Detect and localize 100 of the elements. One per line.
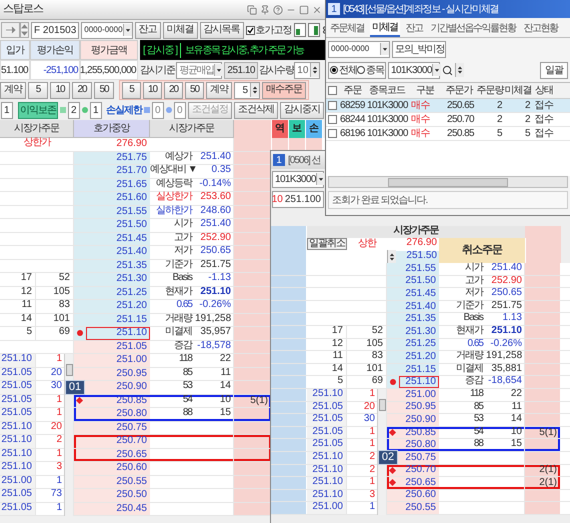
checkbox[interactable] [328, 129, 337, 138]
flag-button[interactable]: 역 [272, 120, 289, 138]
tab[interactable]: 기간별선옵수익률현황 [428, 20, 518, 37]
flag-button[interactable]: 보 [289, 120, 306, 138]
scrollbar-thumb[interactable] [388, 178, 508, 186]
button[interactable]: 20 [164, 82, 183, 98]
close-icon[interactable] [312, 4, 322, 14]
maximize-icon[interactable] [299, 4, 309, 14]
caret-icon[interactable] [316, 173, 325, 185]
condition-field[interactable]: 0 [174, 102, 186, 118]
cancel-order-button[interactable]: 취소주문 [439, 238, 525, 263]
quantity-field[interactable]: 10 [294, 62, 320, 78]
button[interactable]: 계약 [206, 82, 232, 98]
condition-field[interactable]: 1 [90, 102, 102, 118]
button[interactable]: 5 [122, 82, 141, 98]
owner-field[interactable]: 모의_박미정 [392, 40, 446, 58]
radio-label[interactable]: 전체 [339, 62, 357, 78]
order-price: 251.05 [307, 426, 347, 438]
button[interactable]: 감시중지 [280, 102, 324, 118]
quantity: 17 [0, 273, 36, 286]
price: 251.55 [404, 263, 437, 275]
condition-field[interactable]: 0 [152, 102, 164, 118]
checkbox[interactable] [328, 86, 337, 95]
flag-button[interactable]: 손 [306, 120, 323, 138]
column-header: 시장가주문 [0, 120, 74, 138]
caret-icon[interactable] [432, 64, 441, 76]
tab[interactable]: 잔고 [404, 20, 424, 37]
cancel-all-button[interactable]: 일괄 [540, 62, 568, 78]
info-value: -0.26% [489, 338, 523, 350]
tab[interactable]: 미체결 [370, 20, 400, 37]
info-value: -18,578 [196, 340, 232, 352]
button[interactable]: 20 [72, 82, 92, 98]
button[interactable]: 5 [28, 82, 48, 98]
checkbox[interactable] [328, 115, 337, 124]
column-header: 평가금액 [80, 40, 138, 60]
radio-button[interactable] [330, 66, 338, 74]
chart-icon[interactable] [308, 23, 320, 37]
button[interactable]: 감시목록 [200, 22, 244, 38]
order-price: 251.05 [307, 402, 347, 414]
cancel-all-button[interactable]: 일괄취소 [307, 238, 347, 250]
price: 251.10 [399, 376, 439, 388]
buy-order-button[interactable]: 매수주문 [262, 82, 306, 98]
account-dropdown[interactable]: 0000-0000 [328, 40, 390, 58]
spinner-icon[interactable] [387, 250, 396, 264]
count-field[interactable]: 1 [1, 102, 13, 118]
code-field[interactable]: F 201503 [31, 22, 80, 38]
basis-dropdown[interactable]: 평균매입 [176, 62, 222, 78]
code-dropdown[interactable]: 101K3000 [272, 170, 324, 188]
scrollbar[interactable] [328, 176, 568, 188]
table-cell-text: 접수 [534, 99, 554, 113]
price: 251.15 [404, 364, 437, 376]
loss-label[interactable]: 손실제한 [106, 102, 142, 118]
price-field[interactable]: 251.50 [396, 250, 439, 263]
pin-icon[interactable] [260, 4, 270, 14]
help-icon[interactable] [273, 4, 283, 14]
price: 251.70 [115, 165, 148, 178]
info-value: 191,258 [195, 314, 232, 326]
button[interactable]: 10 [50, 82, 70, 98]
button[interactable]: 계약 [0, 82, 26, 98]
order-price: 251.10 [0, 448, 36, 461]
info-value: 11 [510, 402, 523, 414]
table-cell-text: 2 [524, 99, 531, 113]
tab[interactable]: 잔고현황 [522, 20, 560, 37]
info-value: 22 [510, 388, 523, 401]
order-field[interactable]: 10 251.100 [272, 190, 324, 208]
radio-button[interactable] [357, 66, 365, 74]
table-row[interactable]: 68244 101K3000 매수 250.70 2 2 접수 [326, 113, 570, 127]
button[interactable]: 조건삭제 [234, 102, 278, 118]
spinner-icon[interactable] [250, 83, 259, 97]
caret-icon[interactable] [122, 24, 132, 36]
quantity: 1 [56, 394, 62, 406]
table-cell-text: 68259 [339, 99, 366, 113]
toggle-icon[interactable] [1, 22, 29, 38]
scrollbar-thumb[interactable] [66, 364, 72, 376]
button[interactable]: 미체결 [162, 22, 198, 38]
price: 250.65 [115, 448, 148, 461]
account-dropdown[interactable]: 0000-0000 [81, 22, 133, 38]
button[interactable]: 50 [94, 82, 114, 98]
button[interactable]: 50 [185, 82, 204, 98]
fix-quote-checkbox[interactable]: 호가고정 [246, 22, 292, 38]
restore-icon[interactable] [247, 4, 257, 14]
chart-icon[interactable] [294, 23, 306, 37]
radio-label[interactable]: 종목 [366, 62, 384, 78]
search-icon[interactable] [442, 64, 453, 76]
tab[interactable]: 주문체결 [328, 20, 366, 37]
caret-icon[interactable] [380, 43, 389, 55]
spinner-icon[interactable] [310, 63, 320, 77]
checkbox[interactable] [328, 101, 337, 110]
code-dropdown[interactable]: 101K3000 [388, 62, 440, 78]
button[interactable]: 잔고 [134, 22, 161, 38]
condition-field[interactable]: 2 [68, 102, 80, 118]
profit-label[interactable]: 이익보존 [18, 102, 58, 118]
scrollbar-thumb[interactable] [378, 399, 386, 411]
quantity: 1 [369, 477, 375, 489]
table-row[interactable]: 68196 101K3000 매수 250.85 5 5 접수 [326, 127, 570, 141]
button[interactable]: 10 [143, 82, 162, 98]
spinner-icon[interactable] [455, 63, 464, 77]
table-row[interactable]: 68259 101K3000 매수 250.65 2 2 접수 [326, 99, 570, 113]
quantity-field[interactable]: 5 [234, 82, 260, 98]
caret-icon[interactable] [214, 64, 223, 76]
